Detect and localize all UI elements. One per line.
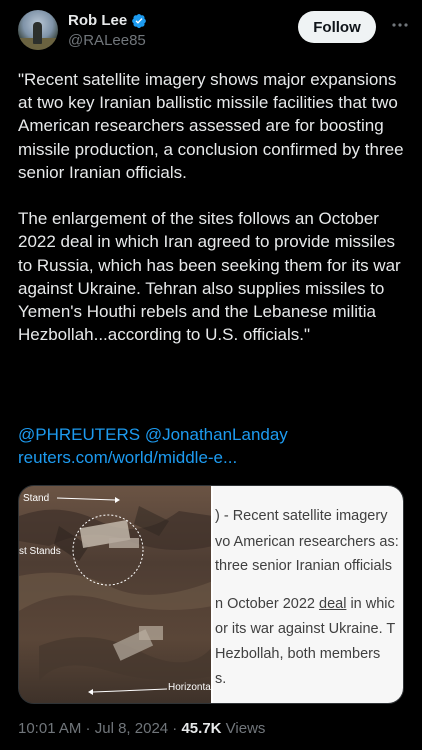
- tweet-body: "Recent satellite imagery shows major ex…: [18, 70, 404, 345]
- article-line-6: Hezbollah, both members: [215, 646, 381, 662]
- views-count: 45.7K: [181, 720, 222, 737]
- satellite-label-stand: Stand: [23, 493, 50, 504]
- author-block[interactable]: Rob Lee @RALee85: [68, 12, 147, 49]
- tweet-links: @PHREUTERS @JonathanLanday reuters.com/w…: [18, 423, 412, 469]
- article-line-4: n October 2022 deal in whic: [215, 596, 395, 612]
- verified-badge-icon: [131, 13, 147, 29]
- article-line-2: vo American researchers as:: [215, 534, 399, 550]
- author-handle[interactable]: @RALee85: [68, 32, 147, 49]
- satellite-label-horizontal: Horizonta: [168, 682, 211, 693]
- tweet-meta: 10:01 AM · Jul 8, 2024 · 45.7K Views: [18, 720, 265, 737]
- tweet-time[interactable]: 10:01 AM: [18, 720, 81, 737]
- article-line-4-tail: in whic: [346, 596, 395, 612]
- article-line-4-head: n October 2022: [215, 596, 319, 612]
- follow-button[interactable]: Follow: [298, 11, 376, 43]
- article-line-1: ) - Recent satellite imagery: [215, 508, 388, 524]
- tweet-header: Rob Lee @RALee85 Follow: [18, 10, 412, 54]
- article-deal-link: deal: [319, 596, 347, 612]
- views-label: Views: [221, 720, 266, 737]
- article-screenshot[interactable]: ) - Recent satellite imagery vo American…: [213, 486, 403, 703]
- mentions-link[interactable]: @PHREUTERS @JonathanLanday: [18, 423, 412, 446]
- author-name[interactable]: Rob Lee: [68, 12, 127, 29]
- ellipsis-icon[interactable]: [390, 16, 410, 36]
- satellite-image[interactable]: Stand st Stands Horizonta: [19, 486, 213, 703]
- article-link[interactable]: reuters.com/world/middle-e...: [18, 446, 412, 469]
- article-line-5: or its war against Ukraine. T: [215, 621, 396, 637]
- meta-separator: ·: [168, 720, 182, 737]
- media-grid: Stand st Stands Horizonta ) - Recent sat…: [18, 485, 404, 704]
- avatar[interactable]: [18, 10, 58, 50]
- satellite-image-graphic: [19, 486, 213, 703]
- article-line-7: s.: [215, 671, 227, 687]
- avatar-figure: [33, 22, 42, 44]
- meta-separator: ·: [81, 720, 95, 737]
- satellite-label-stands: st Stands: [19, 546, 61, 557]
- article-line-3: three senior Iranian officials: [215, 558, 393, 574]
- tweet-date[interactable]: Jul 8, 2024: [95, 720, 168, 737]
- name-row: Rob Lee: [68, 12, 147, 29]
